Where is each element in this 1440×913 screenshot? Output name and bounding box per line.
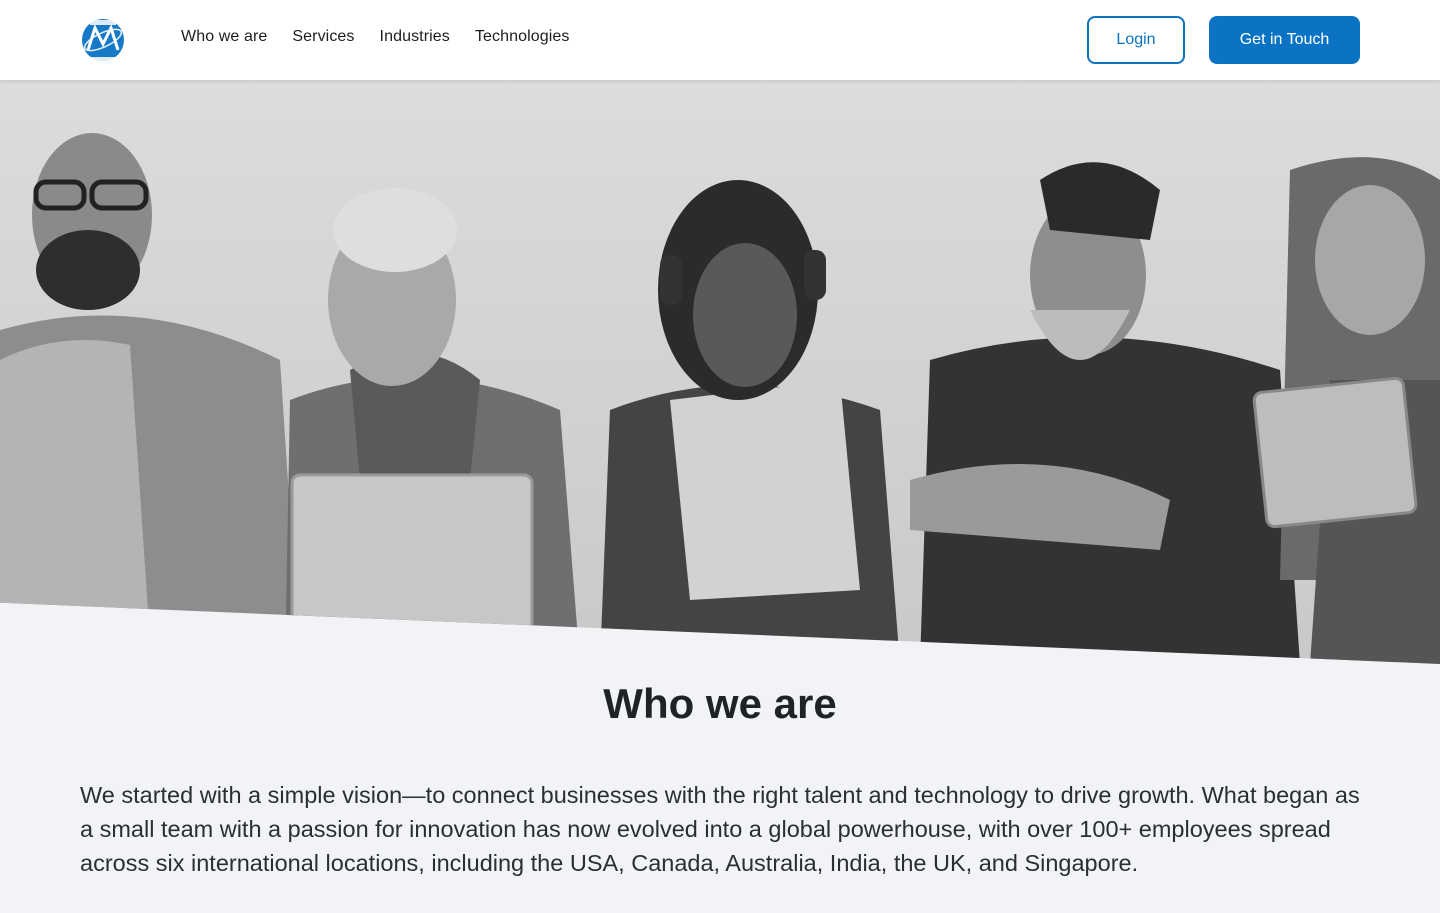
nav-industries[interactable]: Industries: [380, 28, 450, 46]
company-logo[interactable]: [80, 16, 126, 64]
hero-image: [0, 80, 1440, 664]
main-nav: Who we are Services Industries Technolog…: [181, 28, 570, 46]
nav-technologies[interactable]: Technologies: [475, 28, 570, 46]
nav-who-we-are[interactable]: Who we are: [181, 28, 267, 46]
section-description: We started with a simple vision—to conne…: [80, 782, 1360, 876]
login-button[interactable]: Login: [1087, 16, 1185, 64]
get-in-touch-button[interactable]: Get in Touch: [1209, 16, 1360, 64]
nav-services[interactable]: Services: [292, 28, 354, 46]
site-header: Who we are Services Industries Technolog…: [0, 0, 1440, 80]
section-title: Who we are: [603, 680, 837, 727]
